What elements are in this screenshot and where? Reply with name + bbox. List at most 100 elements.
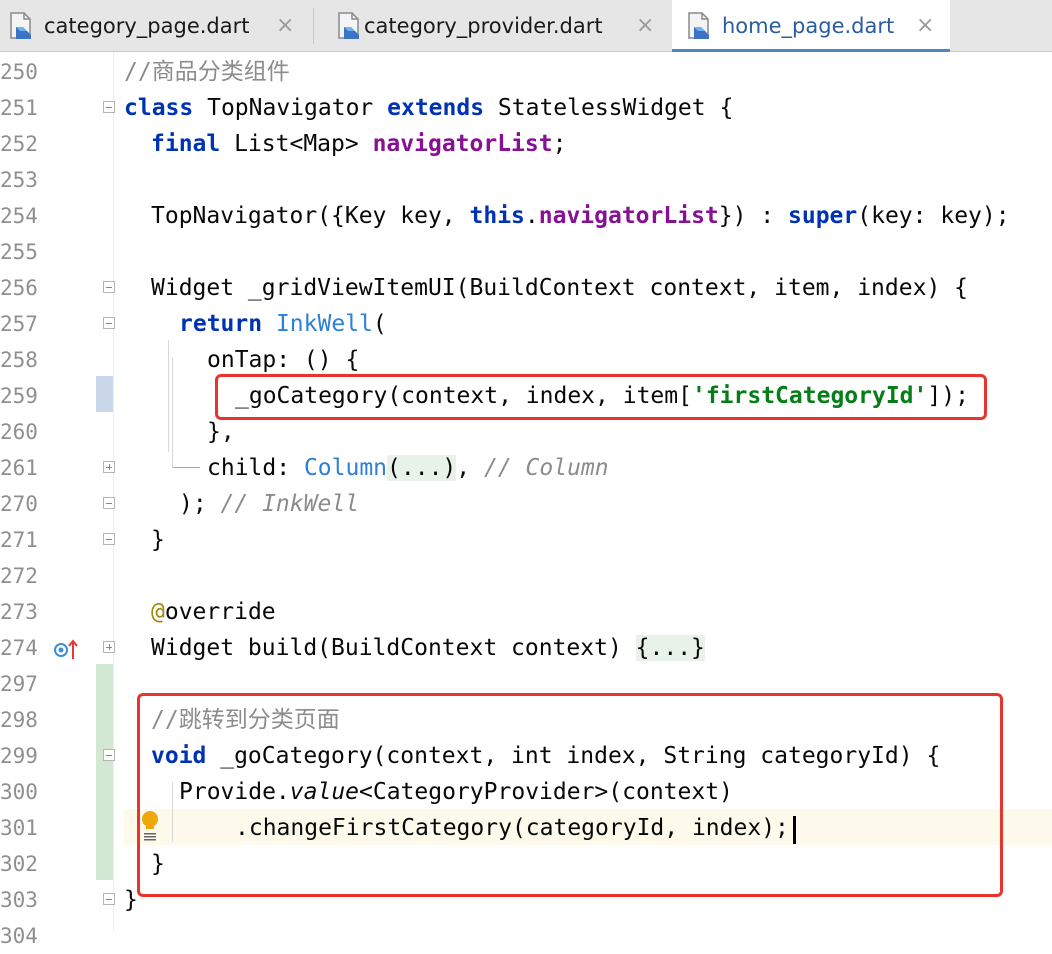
class-reference: Column bbox=[303, 455, 388, 481]
code-line[interactable]: 271 } bbox=[0, 522, 1052, 558]
line-number: 300 bbox=[0, 780, 38, 804]
line-number: 252 bbox=[0, 132, 38, 156]
code-line[interactable]: 252 final List<Map> navigatorList; bbox=[0, 126, 1052, 162]
line-text: onTap: () { bbox=[207, 347, 360, 373]
line-number: 253 bbox=[0, 168, 38, 192]
keyword: return bbox=[179, 311, 263, 337]
code-line[interactable]: 274 Widget build(BuildContext context) {… bbox=[0, 630, 1052, 666]
folded-region[interactable]: (...) bbox=[387, 455, 457, 481]
dart-file-icon bbox=[688, 12, 709, 39]
line-number: 261 bbox=[0, 456, 38, 480]
annotation-box-call bbox=[215, 374, 987, 420]
line-number: 260 bbox=[0, 420, 38, 444]
tab-label: home_page.dart bbox=[722, 14, 895, 38]
class-reference: InkWell bbox=[275, 311, 373, 337]
line-text: child: Column(...), // Column bbox=[207, 450, 609, 486]
line-text: @override bbox=[151, 594, 276, 630]
line-number: 254 bbox=[0, 204, 38, 228]
code-token: }) : bbox=[718, 203, 789, 229]
line-number: 302 bbox=[0, 852, 38, 876]
close-icon[interactable]: × bbox=[636, 12, 654, 40]
line-text: TopNavigator({Key key, this.navigatorLis… bbox=[151, 198, 1010, 234]
keyword: class bbox=[124, 95, 194, 121]
line-text: ); // InkWell bbox=[179, 486, 359, 522]
line-number: 256 bbox=[0, 276, 38, 300]
line-number: 255 bbox=[0, 240, 38, 264]
editor-tab-bar: category_page.dart × category_provider.d… bbox=[0, 0, 1052, 52]
line-number: 274 bbox=[0, 636, 38, 660]
code-line[interactable]: 255 bbox=[0, 234, 1052, 270]
code-token: ( bbox=[372, 311, 387, 337]
code-token: StatelessWidget { bbox=[484, 95, 734, 121]
line-text: class TopNavigator extends StatelessWidg… bbox=[124, 90, 733, 126]
line-number: 271 bbox=[0, 528, 38, 552]
tab-category-provider[interactable]: category_provider.dart × bbox=[328, 0, 665, 52]
code-line[interactable]: 254 TopNavigator({Key key, this.navigato… bbox=[0, 198, 1052, 234]
tab-category-page[interactable]: category_page.dart × bbox=[0, 0, 313, 52]
close-icon[interactable]: × bbox=[276, 12, 294, 40]
code-token: TopNavigator bbox=[193, 95, 388, 121]
line-text: } bbox=[124, 887, 138, 913]
code-token: ; bbox=[552, 131, 567, 157]
code-line[interactable]: 270 ); // InkWell bbox=[0, 486, 1052, 522]
keyword: super bbox=[788, 203, 858, 229]
code-line[interactable]: 256 Widget _gridViewItemUI(BuildContext … bbox=[0, 270, 1052, 306]
line-number: 270 bbox=[0, 492, 38, 516]
code-editor[interactable]: 250 //商品分类组件 251 class TopNavigator exte… bbox=[0, 52, 1052, 948]
comment: //商品分类组件 bbox=[124, 59, 290, 85]
code-line[interactable]: 273 @override bbox=[0, 594, 1052, 630]
code-token: override bbox=[164, 599, 276, 625]
keyword: this bbox=[469, 203, 525, 229]
comment: // InkWell bbox=[220, 491, 360, 517]
tab-label: category_provider.dart bbox=[364, 14, 603, 38]
line-text: Widget build(BuildContext context) {...} bbox=[151, 630, 705, 666]
folded-region[interactable]: {...} bbox=[635, 635, 705, 661]
annotation-symbol: @ bbox=[151, 599, 165, 625]
code-token: . bbox=[524, 203, 539, 229]
field: navigatorList bbox=[372, 131, 553, 157]
dart-file-icon bbox=[338, 12, 359, 39]
tab-home-page[interactable]: home_page.dart × bbox=[672, 0, 950, 52]
dart-file-icon bbox=[10, 12, 31, 39]
code-line[interactable]: 257 return InkWell( bbox=[0, 306, 1052, 342]
line-number: 297 bbox=[0, 672, 38, 696]
line-number: 304 bbox=[0, 924, 38, 948]
code-token: ); bbox=[179, 491, 221, 517]
code-token: (key: key); bbox=[857, 203, 1010, 229]
code-line[interactable]: 272 bbox=[0, 558, 1052, 594]
line-number: 258 bbox=[0, 348, 38, 372]
close-icon[interactable]: × bbox=[916, 12, 934, 40]
code-token: child: bbox=[207, 455, 304, 481]
line-number: 250 bbox=[0, 60, 38, 84]
code-line[interactable]: 258 onTap: () { bbox=[0, 342, 1052, 378]
tab-label: category_page.dart bbox=[44, 14, 250, 38]
line-number: 272 bbox=[0, 564, 38, 588]
field: navigatorList bbox=[538, 203, 719, 229]
code-line[interactable]: 261 child: Column(...), // Column bbox=[0, 450, 1052, 486]
comment: // Column bbox=[483, 455, 609, 481]
line-number: 273 bbox=[0, 600, 38, 624]
line-text: } bbox=[151, 527, 165, 553]
keyword: extends bbox=[387, 95, 485, 121]
tab-separator bbox=[313, 8, 314, 44]
line-text: Widget _gridViewItemUI(BuildContext cont… bbox=[151, 275, 968, 301]
line-text: return InkWell( bbox=[179, 306, 387, 342]
annotation-box-method bbox=[137, 693, 1003, 897]
line-number: 303 bbox=[0, 888, 38, 912]
code-token: TopNavigator({Key key, bbox=[151, 203, 470, 229]
code-line[interactable]: 251 class TopNavigator extends Stateless… bbox=[0, 90, 1052, 126]
line-number: 299 bbox=[0, 744, 38, 768]
code-line[interactable]: 250 //商品分类组件 bbox=[0, 54, 1052, 90]
code-token: , bbox=[456, 455, 484, 481]
code-token: Widget build(BuildContext context) bbox=[151, 635, 636, 661]
keyword: final bbox=[151, 131, 221, 157]
line-number: 301 bbox=[0, 816, 38, 840]
line-number: 257 bbox=[0, 312, 38, 336]
line-number: 259 bbox=[0, 384, 38, 408]
line-text: //商品分类组件 bbox=[124, 54, 290, 90]
line-text: final List<Map> navigatorList; bbox=[151, 126, 566, 162]
code-line[interactable]: 304 bbox=[0, 918, 1052, 954]
code-line[interactable]: 253 bbox=[0, 162, 1052, 198]
line-number: 298 bbox=[0, 708, 38, 732]
code-token: List<Map> bbox=[220, 131, 373, 157]
